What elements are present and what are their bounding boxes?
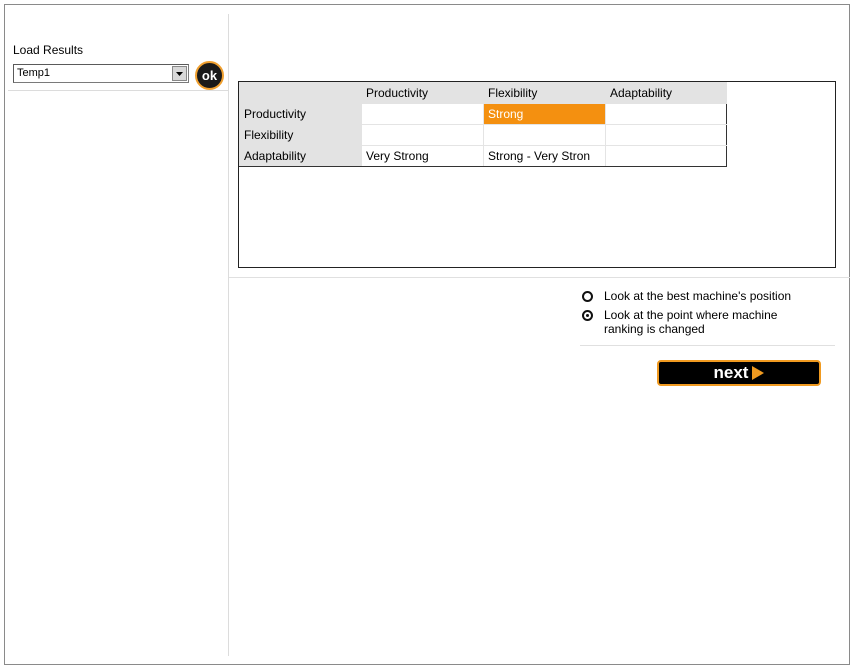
comparison-matrix: Productivity Flexibility Adaptability Pr… <box>239 82 727 167</box>
radio-unchecked-icon[interactable] <box>582 291 593 302</box>
dropdown-value: Temp1 <box>17 67 51 79</box>
option-ranking-change[interactable]: Look at the point where machine ranking … <box>582 308 794 336</box>
matrix-cell[interactable] <box>605 124 727 146</box>
row-header: Productivity <box>239 103 362 125</box>
dropdown-arrow-icon[interactable] <box>172 66 187 81</box>
column-header: Flexibility <box>483 82 606 104</box>
row-header: Adaptability <box>239 145 362 167</box>
column-header: Productivity <box>361 82 484 104</box>
right-divider <box>229 277 850 278</box>
matrix-cell[interactable] <box>483 124 606 146</box>
matrix-row: Productivity Strong <box>239 103 727 125</box>
option-best-position[interactable]: Look at the best machine's position <box>582 289 791 303</box>
next-button[interactable]: next <box>657 360 821 386</box>
matrix-cell[interactable] <box>605 103 727 125</box>
option-label: Look at the point where machine ranking … <box>604 308 778 336</box>
matrix-cell[interactable] <box>361 103 484 125</box>
left-divider <box>8 90 228 91</box>
play-arrow-icon <box>752 366 765 380</box>
vertical-divider <box>228 14 229 656</box>
ok-button[interactable]: ok <box>195 61 224 90</box>
row-header: Flexibility <box>239 124 362 146</box>
matrix-header-row: Productivity Flexibility Adaptability <box>239 82 727 104</box>
radio-checked-icon[interactable] <box>582 310 593 321</box>
option-label: Look at the best machine's position <box>604 289 792 303</box>
comparison-matrix-panel: Productivity Flexibility Adaptability Pr… <box>238 81 836 268</box>
matrix-cell[interactable] <box>361 124 484 146</box>
options-divider <box>580 345 835 346</box>
column-header: Adaptability <box>605 82 727 104</box>
matrix-corner <box>239 82 362 104</box>
load-results-label: Load Results <box>13 43 84 57</box>
next-label: next <box>713 363 749 382</box>
matrix-cell-selected[interactable]: Strong <box>483 103 606 125</box>
matrix-row: Adaptability Very Strong Strong - Very S… <box>239 145 727 167</box>
matrix-cell[interactable]: Very Strong <box>361 145 484 167</box>
load-results-dropdown[interactable]: Temp1 <box>13 64 189 83</box>
matrix-row: Flexibility <box>239 124 727 146</box>
matrix-cell[interactable]: Strong - Very Stron <box>483 145 606 167</box>
matrix-cell[interactable] <box>605 145 727 167</box>
